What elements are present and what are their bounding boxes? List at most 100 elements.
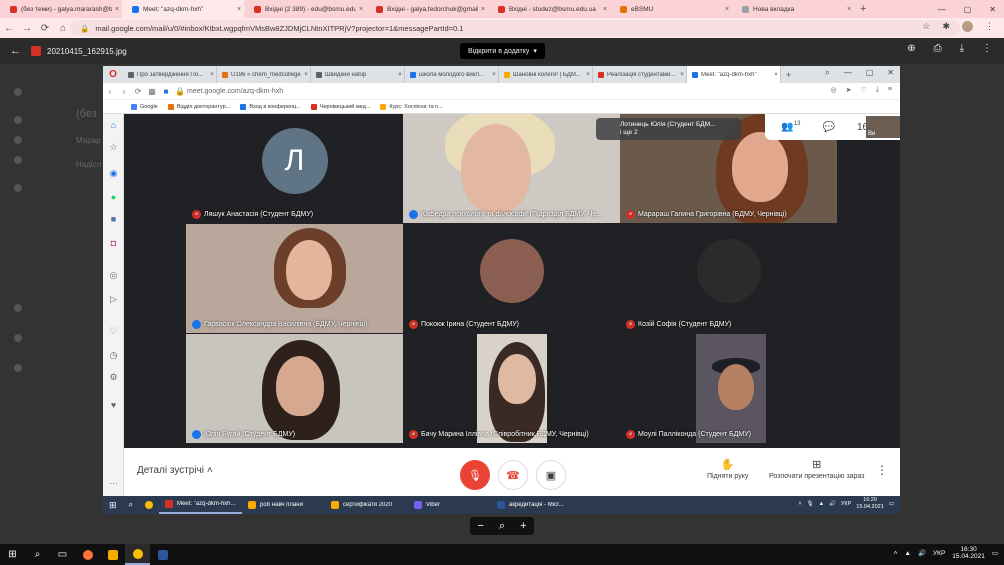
search-icon[interactable]: ⌕ <box>123 496 139 514</box>
start-icon[interactable]: ⊞ <box>0 544 25 565</box>
self-view[interactable]: Ви <box>866 116 900 138</box>
star-icon[interactable]: ☆ <box>108 142 119 153</box>
open-with-button[interactable]: Відкрити в додатку ▾ <box>460 43 545 59</box>
network-icon[interactable]: ▲ <box>819 501 824 507</box>
close-tab-icon[interactable]: × <box>722 6 732 13</box>
close-tab-icon[interactable]: × <box>356 6 366 13</box>
bookmark-item[interactable]: Відділ докторантур... <box>167 103 230 110</box>
more-icon[interactable]: … <box>108 476 119 487</box>
leave-call-button[interactable]: ☎ <box>498 460 528 490</box>
participant-tile[interactable]: ⌀ Бачу Марина Іллівна (Співробітник,БДМУ,… <box>403 334 620 443</box>
pinned-participant[interactable]: Лотинець Юлія (Студент БДМ... і ще 2 <box>596 118 741 140</box>
close-tab-icon[interactable]: × <box>112 6 122 13</box>
maximize-icon[interactable]: ▢ <box>964 5 972 14</box>
menu-icon[interactable]: ⋮ <box>985 21 994 32</box>
close-tab-icon[interactable]: × <box>208 72 216 78</box>
participant-tile[interactable]: Гарвасюк Олександра Василівна (БДМУ, Чер… <box>186 224 403 333</box>
close-tab-icon[interactable]: × <box>600 6 610 13</box>
back-icon[interactable]: ‹ <box>103 87 117 96</box>
reload-icon[interactable]: ⟳ <box>36 23 54 34</box>
grid-icon[interactable]: ▦ <box>145 87 159 96</box>
firefox-icon[interactable] <box>75 544 100 565</box>
reload-icon[interactable]: ⟳ <box>131 87 145 96</box>
new-tab-icon[interactable]: + <box>781 70 796 80</box>
bookmark-item[interactable]: Курс: Хоспісна та п... <box>380 103 443 110</box>
inner-browser-tab[interactable]: Шановні колеги! | БДМ... × <box>499 66 593 83</box>
download-icon[interactable]: ⤓ <box>960 43 964 54</box>
print-icon[interactable]: ⎙ <box>934 43 942 54</box>
minimize-icon[interactable]: — <box>844 68 852 78</box>
volume-icon[interactable]: 🔊 <box>918 549 926 557</box>
close-tab-icon[interactable]: × <box>490 72 498 78</box>
close-tab-icon[interactable]: × <box>772 72 780 78</box>
address-bar[interactable]: 🔒 mail.google.com/mail/u/0/#inbox/KtbxLw… <box>70 20 960 36</box>
notifications-icon[interactable]: ▭ <box>889 501 894 507</box>
inner-browser-tab[interactable]: Реалізація студентами... × <box>593 66 687 83</box>
close-tab-icon[interactable]: × <box>844 6 854 13</box>
raise-hand-button[interactable]: ✋ Підняти руку <box>707 458 748 480</box>
close-tab-icon[interactable]: × <box>584 72 592 78</box>
mic-icon[interactable]: 🎙 <box>807 501 814 507</box>
settings-icon[interactable]: ⚙ <box>108 372 119 383</box>
file-explorer-icon[interactable] <box>100 544 125 565</box>
browser-tab[interactable]: eBSMU × <box>610 0 732 18</box>
close-viewer-icon[interactable]: ← <box>0 45 31 57</box>
browser-tab[interactable]: Вхідні (2 389) - edu@bsmu.edu.ua × <box>244 0 366 18</box>
back-icon[interactable]: ← <box>0 23 18 34</box>
target-icon[interactable]: ◎ <box>108 270 119 281</box>
close-icon[interactable]: ✕ <box>887 68 894 78</box>
inner-browser-tab[interactable]: школа молодого викл... × <box>405 66 499 83</box>
language-indicator[interactable]: УКР <box>933 550 945 557</box>
inner-url[interactable]: meet.google.com/azq-dkm-hxh <box>187 88 283 95</box>
word-icon[interactable] <box>150 544 175 565</box>
forward-icon[interactable]: → <box>18 23 36 34</box>
inner-browser-tab[interactable]: Про затвердження По... × <box>123 66 217 83</box>
zoom-reset-icon[interactable]: ⌕ <box>499 520 505 533</box>
add-to-drive-icon[interactable]: ⊕ <box>907 43 915 54</box>
instagram-icon[interactable]: ◘ <box>108 238 119 249</box>
taskbar-item[interactable]: сертифікати 2020 <box>325 496 408 514</box>
inner-browser-tab[interactable]: U196 « chem_medcollege × <box>217 66 311 83</box>
download-icon[interactable]: ⤓ <box>876 86 879 94</box>
new-tab-icon[interactable]: + <box>854 3 872 15</box>
close-tab-icon[interactable]: × <box>302 72 310 78</box>
volume-icon[interactable]: 🔊 <box>829 501 836 507</box>
participant-tile[interactable]: Кафедра психології та філософії (Підрозд… <box>403 114 620 223</box>
close-tab-icon[interactable]: × <box>678 72 686 78</box>
taskbar-item[interactable]: роб навч плани <box>242 496 325 514</box>
heart-icon[interactable]: ♡ <box>108 326 119 337</box>
home-icon[interactable]: ⌂ <box>108 120 119 131</box>
vk-icon[interactable]: ■ <box>108 214 119 225</box>
tray-clock[interactable]: 16:30 15.04.2021 <box>952 546 985 560</box>
meeting-details-button[interactable]: Деталі зустрічі ˄ <box>137 465 213 476</box>
network-icon[interactable]: ▲ <box>905 550 911 557</box>
messenger-icon[interactable]: ◉ <box>108 168 119 179</box>
notifications-icon[interactable]: ▭ <box>992 549 998 557</box>
camera-icon[interactable]: ◎ <box>831 86 837 94</box>
close-tab-icon[interactable]: × <box>478 6 488 13</box>
browser-tab[interactable]: (без теми) - galya.mararash@bsmu× <box>0 0 122 18</box>
chrome-icon[interactable] <box>139 496 159 514</box>
bookmark-item[interactable]: Чернівецький мед... <box>310 103 370 110</box>
search-icon[interactable]: ⌕ <box>25 544 50 565</box>
heart-icon[interactable]: ♡ <box>861 86 867 94</box>
send-icon[interactable]: ▷ <box>108 294 119 305</box>
participant-tile[interactable]: ⌀ Моулі Паллікондa (Студент БДМУ) <box>620 334 837 443</box>
send-icon[interactable]: ➤ <box>846 86 852 94</box>
maximize-icon[interactable]: ▢ <box>866 68 874 78</box>
people-button[interactable]: 👥13 <box>781 121 800 132</box>
history-icon[interactable]: ◷ <box>108 350 119 361</box>
tray-clock[interactable]: 16:20 15.04.2021 <box>856 497 884 511</box>
star-icon[interactable]: ☆ <box>922 21 930 32</box>
profile-avatar[interactable] <box>962 21 973 32</box>
minimize-icon[interactable]: — <box>938 5 946 14</box>
participant-tile[interactable]: ⌀ Пококж Ірина (Студент БДМУ) <box>403 224 620 333</box>
browser-tab[interactable]: Вхідні - studez@bsmu.edu.ua × <box>488 0 610 18</box>
pin-icon[interactable]: ♥ <box>108 400 119 411</box>
participant-tile[interactable]: Юлія Бугай (Студент БДМУ) <box>186 334 403 443</box>
tray-chevron-icon[interactable]: ˄ <box>798 501 801 507</box>
zoom-in-icon[interactable]: + <box>520 520 526 532</box>
participant-tile[interactable]: ⌀ Козій Софія (Студент БДМУ) <box>620 224 837 333</box>
zoom-out-icon[interactable]: − <box>477 520 483 532</box>
more-options-icon[interactable]: ⋮ <box>876 463 888 477</box>
